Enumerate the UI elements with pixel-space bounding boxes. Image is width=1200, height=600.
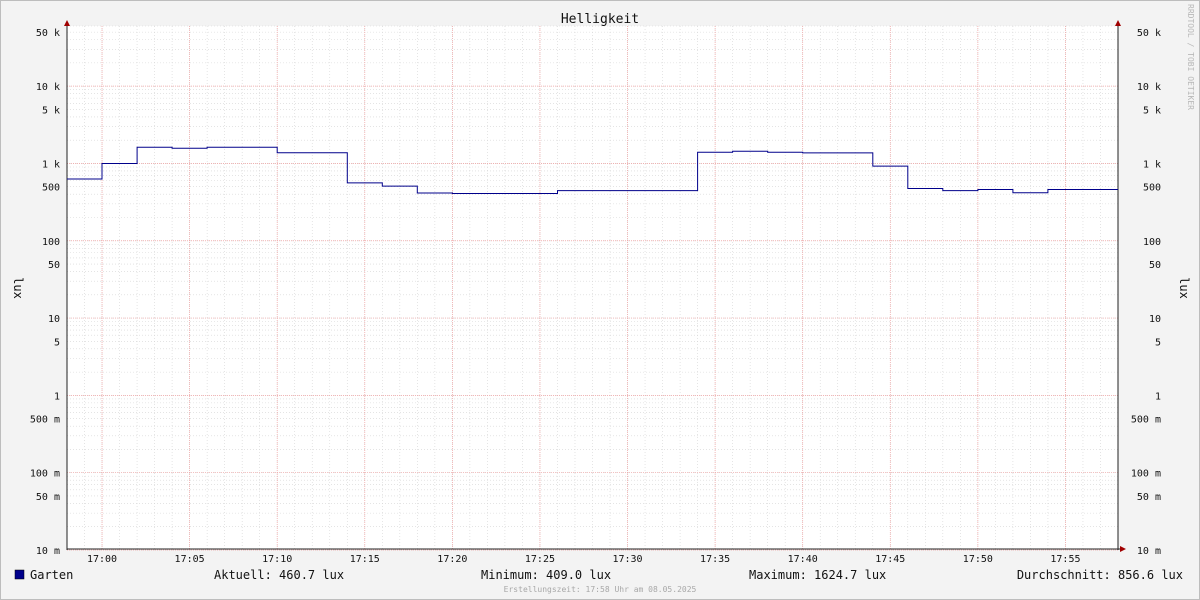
y-tick-label-left: 50 xyxy=(48,260,60,271)
y-tick-label-left: 10 m xyxy=(36,546,60,557)
footer-timestamp: Erstellungszeit: 17:58 Uhr am 08.05.2025 xyxy=(504,585,697,594)
x-tick-label: 17:20 xyxy=(437,554,467,565)
x-tick-label: 17:05 xyxy=(175,554,205,565)
y-tick-label-right: 5 k xyxy=(1143,105,1161,116)
y-tick-label-right: 1 k xyxy=(1143,159,1161,170)
y-tick-label-right: 100 xyxy=(1143,237,1161,248)
y-tick-label-right: 10 xyxy=(1149,314,1161,325)
x-tick-label: 17:25 xyxy=(525,554,555,565)
y-axis-right-ticks: 50 k 10 k 5 k 1 k 500 100 50 10 5 1 500 m 100 m 50 m… xyxy=(1131,28,1161,557)
y-tick-label-left: 100 m xyxy=(30,469,60,480)
y-axis-left-ticks: 50 k 10 k 5 k 1 k 500 100 50 10 5 1 500 m 100 m 50 m… xyxy=(30,28,60,557)
y-axis-left-arrow-icon xyxy=(64,20,70,26)
y-tick-label-left: 10 xyxy=(48,314,60,325)
y-tick-label-right: 10 m xyxy=(1137,546,1161,557)
y-axis-right-arrow-icon xyxy=(1115,20,1121,26)
legend-maximum: Maximum: 1624.7 lux xyxy=(749,568,886,582)
y-tick-label-left: 1 xyxy=(54,391,60,402)
x-tick-label: 17:35 xyxy=(700,554,730,565)
x-axis-arrow-icon xyxy=(1120,546,1126,552)
y-tick-label-right: 50 k xyxy=(1137,28,1161,39)
legend-series-name: Garten xyxy=(30,568,73,582)
helligkeit-chart: Helligkeit 50 k 10 k 5 k 1 k 500 100 50 10 5 1 500… xyxy=(11,4,1195,594)
y-tick-label-left: 500 m xyxy=(30,415,60,426)
x-tick-label: 17:10 xyxy=(262,554,292,565)
y-tick-label-left: 1 k xyxy=(42,159,60,170)
x-tick-label: 17:30 xyxy=(612,554,642,565)
y-tick-label-right: 10 k xyxy=(1137,82,1161,93)
x-axis-ticks: 17:00 17:05 17:10 17:15 17:20 17:25 17:30 17:35… xyxy=(87,554,1081,565)
chart-title: Helligkeit xyxy=(561,12,639,27)
x-tick-label: 17:15 xyxy=(350,554,380,565)
y-tick-label-right: 5 xyxy=(1155,337,1161,348)
y-tick-label-left: 100 xyxy=(42,237,60,248)
x-tick-label: 17:50 xyxy=(963,554,993,565)
y-tick-label-right: 50 xyxy=(1149,260,1161,271)
legend-swatch-icon xyxy=(14,569,25,580)
y-tick-label-left: 500 xyxy=(42,183,60,194)
x-tick-label: 17:45 xyxy=(875,554,905,565)
y-tick-label-right: 100 m xyxy=(1131,469,1161,480)
y-tick-label-left: 50 k xyxy=(36,28,60,39)
y-tick-label-right: 1 xyxy=(1155,391,1161,402)
y-axis-label-left: lux xyxy=(11,277,25,299)
x-tick-label: 17:40 xyxy=(788,554,818,565)
y-tick-label-left: 5 k xyxy=(42,105,60,116)
y-tick-label-right: 50 m xyxy=(1137,492,1161,503)
y-tick-label-right: 500 xyxy=(1143,183,1161,194)
legend-durchschnitt: Durchschnitt: 856.6 lux xyxy=(1017,568,1183,582)
x-tick-label: 17:55 xyxy=(1050,554,1080,565)
legend-minimum: Minimum: 409.0 lux xyxy=(481,568,611,582)
x-tick-label: 17:00 xyxy=(87,554,117,565)
rrdtool-watermark: RRDTOOL / TOBI OETIKER xyxy=(1186,4,1195,110)
legend-aktuell: Aktuell: 460.7 lux xyxy=(214,568,344,582)
y-axis-label-right: lux xyxy=(1177,277,1191,299)
y-tick-label-right: 500 m xyxy=(1131,415,1161,426)
y-tick-label-left: 5 xyxy=(54,337,60,348)
y-tick-label-left: 10 k xyxy=(36,82,60,93)
y-tick-label-left: 50 m xyxy=(36,492,60,503)
